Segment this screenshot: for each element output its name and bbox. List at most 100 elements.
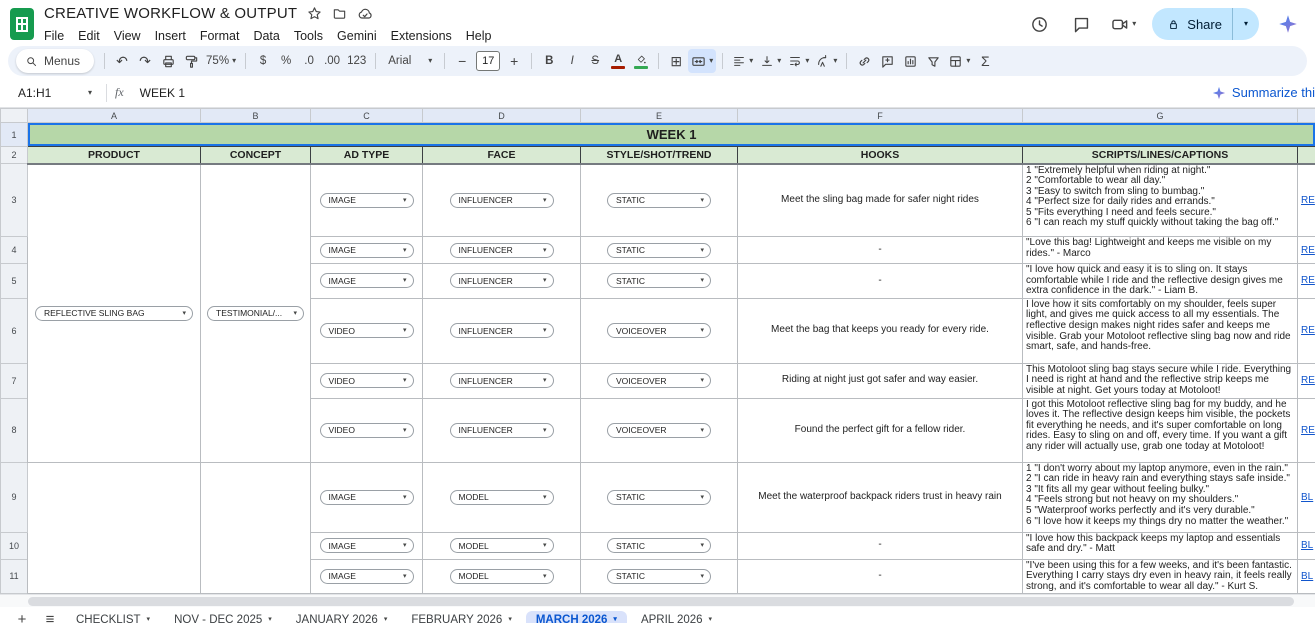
insert-link-button[interactable]	[853, 49, 875, 73]
product-cell[interactable]: REFLECTIVE SLING BAG ▾	[27, 163, 201, 463]
decrease-decimals-button[interactable]: .0	[298, 49, 320, 73]
select-all-corner[interactable]	[0, 108, 28, 123]
row-header[interactable]: 1	[0, 122, 28, 147]
face-cell[interactable]: INFLUENCER ▾	[422, 397, 581, 463]
increase-font-size-button[interactable]: +	[503, 49, 525, 73]
ad-type-select[interactable]: IMAGE ▾	[319, 538, 414, 554]
script-cell[interactable]: "Love this bag! Lightweight and keeps me…	[1022, 236, 1298, 264]
text-wrap-button[interactable]: ▾	[785, 49, 812, 73]
increase-decimals-button[interactable]: .00	[321, 49, 343, 73]
row-header[interactable]: 11	[0, 558, 28, 595]
face-select[interactable]: MODEL ▾	[449, 568, 554, 584]
hook-cell[interactable]: Meet the sling bag made for safer night …	[737, 163, 1023, 237]
link-cell[interactable]: RE	[1297, 163, 1315, 237]
font-select[interactable]: Arial ▾	[382, 49, 438, 73]
face-cell[interactable]: INFLUENCER ▾	[422, 236, 581, 264]
face-select[interactable]: INFLUENCER ▾	[449, 273, 554, 289]
ad-type-select[interactable]: VIDEO ▾	[319, 373, 414, 389]
ad-type-select[interactable]: IMAGE ▾	[319, 242, 414, 258]
borders-button[interactable]: ⊞	[665, 49, 687, 73]
ad-type-cell[interactable]: IMAGE ▾	[310, 558, 423, 595]
row-header[interactable]: 4	[0, 236, 28, 264]
text-rotation-button[interactable]: ▾	[813, 49, 840, 73]
menu-help[interactable]: Help	[459, 29, 499, 43]
style-select[interactable]: STATIC ▾	[607, 242, 711, 258]
hook-cell[interactable]: -	[737, 558, 1023, 595]
row-header[interactable]: 2	[0, 146, 28, 164]
create-filter-button[interactable]	[922, 49, 944, 73]
row-header[interactable]: 3	[0, 163, 28, 237]
hook-cell[interactable]: Meet the bag that keeps you ready for ev…	[737, 297, 1023, 364]
sheet-tab-checklist[interactable]: CHECKLIST ▾	[66, 611, 160, 623]
horizontal-scrollbar[interactable]	[0, 594, 1315, 608]
link-cell[interactable]: RE	[1297, 362, 1315, 399]
ad-type-select[interactable]: IMAGE ▾	[319, 489, 414, 505]
meet-button[interactable]: ▾	[1110, 15, 1136, 34]
row-header[interactable]: 10	[0, 531, 28, 560]
menu-edit[interactable]: Edit	[71, 29, 107, 43]
column-header-d[interactable]: D	[422, 108, 581, 123]
style-cell[interactable]: STATIC ▾	[580, 531, 738, 560]
font-size-input[interactable]: 17	[476, 51, 501, 71]
menu-view[interactable]: View	[107, 29, 148, 43]
ad-type-select[interactable]: IMAGE ▾	[319, 568, 414, 584]
sheet-tab-february-2026[interactable]: FEBRUARY 2026 ▾	[401, 611, 522, 623]
ad-type-select[interactable]: IMAGE ▾	[319, 192, 414, 208]
formula-input[interactable]: WEEK 1	[140, 86, 185, 100]
face-cell[interactable]: INFLUENCER ▾	[422, 163, 581, 237]
menu-format[interactable]: Format	[193, 29, 247, 43]
bold-button[interactable]: B	[538, 49, 560, 73]
script-cell[interactable]: "I've been using this for a few weeks, a…	[1022, 558, 1298, 595]
ad-type-cell[interactable]: VIDEO ▾	[310, 397, 423, 463]
style-cell[interactable]: STATIC ▾	[580, 163, 738, 237]
horizontal-align-button[interactable]: ▾	[729, 49, 756, 73]
column-header-b[interactable]: B	[200, 108, 311, 123]
link-cell[interactable]: RE	[1297, 263, 1315, 299]
style-select[interactable]: VOICEOVER ▾	[607, 323, 711, 339]
script-cell[interactable]: 1 "I don't worry about my laptop anymore…	[1022, 461, 1298, 533]
concept-cell[interactable]	[200, 461, 311, 595]
product-cell[interactable]	[27, 461, 201, 595]
undo-button[interactable]: ↶	[111, 49, 133, 73]
share-button[interactable]: Share	[1152, 8, 1232, 40]
header-concept[interactable]: CONCEPT	[200, 146, 311, 165]
name-box[interactable]: A1:H1 ▾	[12, 86, 98, 100]
gemini-button[interactable]	[1275, 11, 1301, 37]
merge-cells-button[interactable]: ▾	[688, 49, 717, 73]
hook-cell[interactable]: -	[737, 531, 1023, 560]
menu-extensions[interactable]: Extensions	[384, 29, 459, 43]
face-cell[interactable]: INFLUENCER ▾	[422, 297, 581, 364]
header-hooks[interactable]: HOOKS	[737, 146, 1023, 165]
comments-button[interactable]	[1068, 11, 1094, 37]
style-cell[interactable]: VOICEOVER ▾	[580, 297, 738, 364]
link-cell[interactable]: RE	[1297, 236, 1315, 264]
ad-type-select[interactable]: VIDEO ▾	[319, 422, 414, 438]
face-select[interactable]: MODEL ▾	[449, 538, 554, 554]
insert-comment-button[interactable]	[876, 49, 898, 73]
row-header[interactable]: 6	[0, 297, 28, 364]
share-dropdown-button[interactable]: ▾	[1233, 8, 1259, 40]
cloud-status-icon[interactable]	[357, 6, 373, 22]
column-header-g[interactable]: G	[1022, 108, 1298, 123]
header-ad-type[interactable]: AD TYPE	[310, 146, 423, 165]
move-folder-button[interactable]	[332, 6, 347, 21]
script-cell[interactable]: "I love how this backpack keeps my lapto…	[1022, 531, 1298, 560]
search-menus-button[interactable]: Menus	[16, 49, 95, 73]
summarize-button[interactable]: Summarize thi	[1212, 85, 1315, 100]
column-header-c[interactable]: C	[310, 108, 423, 123]
ad-type-select[interactable]: IMAGE ▾	[319, 273, 414, 289]
currency-format-button[interactable]: $	[252, 49, 274, 73]
ad-type-cell[interactable]: VIDEO ▾	[310, 297, 423, 364]
link-cell[interactable]: BL	[1297, 531, 1315, 560]
column-header-h[interactable]	[1297, 108, 1315, 123]
style-cell[interactable]: STATIC ▾	[580, 461, 738, 533]
script-cell[interactable]: This Motoloot sling bag stays secure whi…	[1022, 362, 1298, 399]
style-select[interactable]: VOICEOVER ▾	[607, 422, 711, 438]
paint-format-button[interactable]	[180, 49, 202, 73]
strikethrough-button[interactable]: S	[584, 49, 606, 73]
fill-color-button[interactable]	[630, 49, 652, 73]
ad-type-select[interactable]: VIDEO ▾	[319, 323, 414, 339]
hook-cell[interactable]: Riding at night just got safer and way e…	[737, 362, 1023, 399]
table-views-button[interactable]: ▾	[945, 49, 973, 73]
style-select[interactable]: VOICEOVER ▾	[607, 373, 711, 389]
